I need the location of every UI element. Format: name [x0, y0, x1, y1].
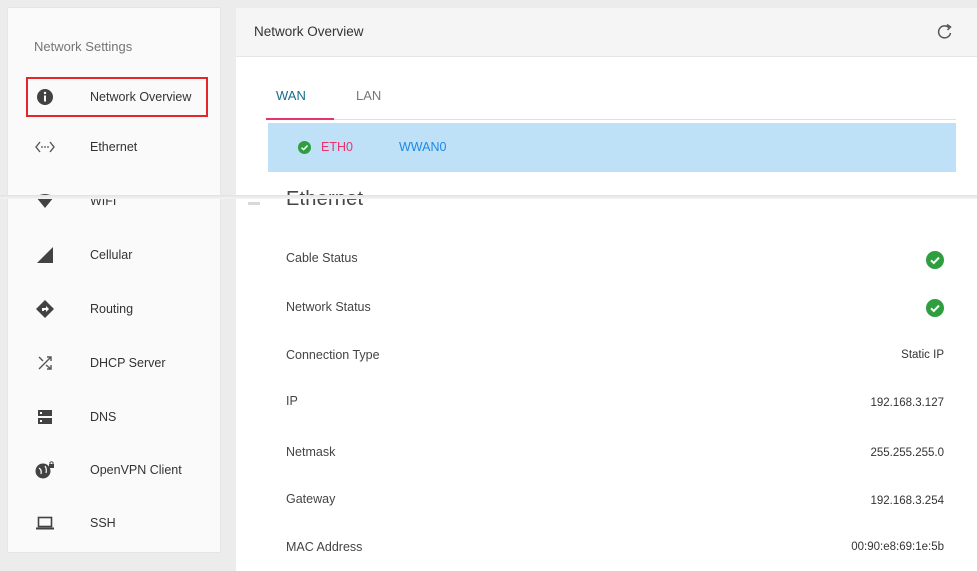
refresh-icon[interactable]	[935, 22, 955, 42]
sidebar-item-wifi[interactable]: WIFI	[26, 181, 208, 221]
row-label-connection-type: Connection Type	[286, 348, 380, 362]
sidebar-item-label: SSH	[90, 516, 116, 530]
check-circle-icon	[926, 299, 944, 317]
sidebar-item-label: Network Overview	[90, 90, 192, 104]
row-label-ip: IP	[286, 394, 298, 408]
main-panel: Network Overview WAN LAN ETH0 WWAN0 Ethe…	[236, 8, 977, 571]
row-value-mac-address: 00:90:e8:69:1e:5b	[851, 541, 944, 553]
sidebar-item-openvpn-client[interactable]: OpenVPN Client	[26, 450, 208, 490]
screenshot-seam	[0, 195, 977, 199]
tab-wan[interactable]: WAN	[276, 88, 306, 103]
active-tab-indicator	[266, 118, 334, 120]
vpn-globe-icon	[34, 459, 56, 481]
sidebar-item-dns[interactable]: DNS	[26, 397, 208, 437]
wifi-icon	[34, 190, 56, 212]
sidebar-item-network-overview[interactable]: Network Overview	[26, 77, 208, 117]
row-label-cable-status: Cable Status	[286, 251, 358, 265]
dns-icon	[34, 406, 56, 428]
tab-eth0[interactable]: ETH0	[298, 140, 353, 154]
row-label-network-status: Network Status	[286, 300, 371, 314]
sidebar-item-label: DHCP Server	[90, 356, 166, 370]
interface-tabs: ETH0 WWAN0	[268, 123, 956, 172]
page-title: Network Overview	[254, 24, 364, 39]
sidebar-item-label: DNS	[90, 410, 117, 424]
row-value-connection-type: Static IP	[901, 349, 944, 361]
sidebar-item-ethernet[interactable]: Ethernet	[26, 127, 208, 167]
tab-wwan0[interactable]: WWAN0	[399, 140, 446, 154]
row-label-netmask: Netmask	[286, 445, 336, 459]
ethernet-icon	[34, 136, 56, 158]
sidebar-item-routing[interactable]: Routing	[26, 289, 208, 329]
sidebar-item-ssh[interactable]: SSH	[26, 503, 208, 543]
wan-lan-tabs: WAN LAN	[266, 82, 956, 120]
sidebar-item-label: Ethernet	[90, 140, 138, 154]
check-circle-icon	[298, 140, 311, 154]
shuffle-icon	[34, 352, 56, 374]
laptop-icon	[34, 512, 56, 534]
row-label-mac-address: MAC Address	[286, 540, 363, 554]
row-value-netmask: 255.255.255.0	[870, 447, 944, 459]
sidebar-item-label: Routing	[90, 302, 134, 316]
tab-eth0-label: ETH0	[321, 140, 353, 154]
row-value-gateway: 192.168.3.254	[870, 495, 944, 507]
info-icon	[34, 86, 56, 108]
seam-mark	[248, 202, 260, 205]
sidebar: Network Settings Network Overview Ethern…	[8, 8, 220, 552]
routing-icon	[34, 298, 56, 320]
sidebar-item-label: Cellular	[90, 248, 133, 262]
cellular-icon	[34, 244, 56, 266]
row-label-gateway: Gateway	[286, 492, 336, 506]
sidebar-item-label: OpenVPN Client	[90, 463, 182, 477]
row-value-ip: 192.168.3.127	[870, 397, 944, 409]
sidebar-item-cellular[interactable]: Cellular	[26, 235, 208, 275]
sidebar-title: Network Settings	[34, 39, 133, 54]
sidebar-item-dhcp-server[interactable]: DHCP Server	[26, 343, 208, 383]
check-circle-icon	[926, 251, 944, 269]
tab-lan[interactable]: LAN	[356, 88, 381, 103]
panel-header: Network Overview	[236, 8, 977, 57]
